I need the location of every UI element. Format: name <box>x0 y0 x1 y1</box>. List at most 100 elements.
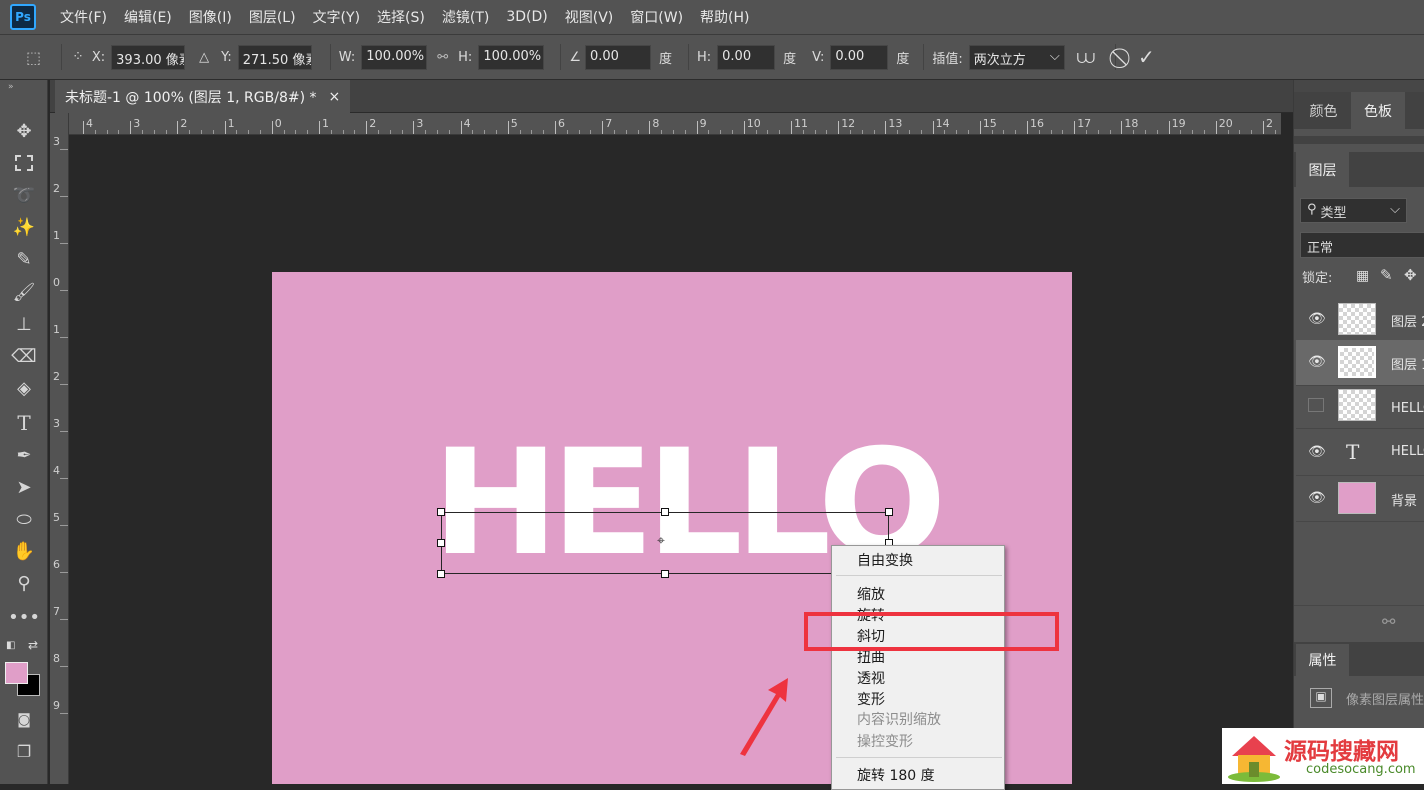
ruler-tick-label: 8 <box>652 117 660 130</box>
screen-mode-icon[interactable]: ❐ <box>10 738 38 764</box>
swap-colors-icon[interactable]: ⇄ <box>28 638 38 652</box>
paint-bucket-tool-icon[interactable]: ◈ <box>10 375 38 401</box>
ruler-minor-tick <box>94 130 96 134</box>
y-position-field[interactable]: 271.50 像素 <box>237 44 312 70</box>
menu-edit[interactable]: 编辑(E) <box>124 7 172 27</box>
ruler-tick <box>366 121 368 134</box>
menu-select[interactable]: 选择(S) <box>377 7 425 27</box>
hand-tool-icon[interactable]: ✋ <box>10 538 38 564</box>
foreground-color-swatch[interactable] <box>5 662 28 684</box>
h-skew-field[interactable]: 0.00 <box>717 44 776 70</box>
ruler-tick-label: 17 <box>1077 117 1092 130</box>
transform-tool-icon[interactable]: ⬚ <box>26 48 41 67</box>
transform-handle-left[interactable] <box>437 539 445 547</box>
lock-transparency-icon[interactable]: ▦ <box>1356 268 1369 284</box>
visibility-eye-icon[interactable]: 👁 <box>1308 311 1326 327</box>
menu-window[interactable]: 窗口(W) <box>630 7 683 27</box>
warp-mode-icon[interactable]: ⩊ <box>1077 47 1095 68</box>
menu-type[interactable]: 文字(Y) <box>313 7 360 27</box>
menu-3d[interactable]: 3D(D) <box>506 9 547 25</box>
reference-point-icon[interactable]: ⁘ <box>72 49 84 65</box>
default-colors-icon[interactable]: ◧ <box>6 640 15 651</box>
ruler-tick <box>60 290 68 291</box>
stamp-tool-icon[interactable]: ⊥ <box>10 311 38 337</box>
document-tab[interactable]: 未标题-1 @ 100% (图层 1, RGB/8#) * × <box>55 80 351 113</box>
lasso-tool-icon[interactable]: ➰ <box>10 182 38 208</box>
visibility-eye-icon[interactable]: 👁 <box>1308 354 1326 370</box>
zoom-tool-icon[interactable]: ⚲ <box>10 570 38 596</box>
visibility-eye-icon[interactable]: 👁 <box>1308 490 1326 506</box>
v-skew-field[interactable]: 0.00 <box>830 44 889 70</box>
layer-filter-select[interactable]: ⚲ 类型 ⌵ <box>1300 198 1407 223</box>
transform-handle-bottom[interactable] <box>661 570 669 578</box>
rotate-angle-field[interactable]: 0.00 <box>584 44 651 70</box>
layer-row[interactable]: 👁 T HELLO <box>1296 430 1424 476</box>
magic-wand-tool-icon[interactable]: ✨ <box>10 214 38 240</box>
tab-swatches[interactable]: 色板 <box>1351 92 1405 129</box>
lock-brush-icon[interactable]: ✎ <box>1380 266 1393 284</box>
interpolation-select[interactable]: 两次立方 ⌵ <box>968 44 1065 70</box>
eyedropper-tool-icon[interactable]: ✎ <box>10 246 38 272</box>
menu-item-free-transform[interactable]: 自由变换 <box>857 550 913 570</box>
pen-tool-icon[interactable]: ✒ <box>10 442 38 468</box>
commit-check-icon[interactable]: ✓ <box>1138 45 1155 69</box>
menu-file[interactable]: 文件(F) <box>60 7 107 27</box>
layer-row[interactable]: HELLO 拷贝 <box>1296 383 1424 429</box>
transform-bounding-box[interactable]: ⌖ <box>437 508 893 578</box>
layer-row-selected[interactable]: 👁 图层 1 <box>1296 340 1424 386</box>
link-icon[interactable]: ⚯ <box>437 50 448 65</box>
transform-handle-top-right[interactable] <box>885 508 893 516</box>
ruler-minor-tick <box>425 130 427 134</box>
delta-icon[interactable]: △ <box>199 50 209 65</box>
quick-mask-icon[interactable]: ◙ <box>10 707 38 733</box>
transform-handle-bottom-left[interactable] <box>437 570 445 578</box>
tab-properties[interactable]: 属性 <box>1296 644 1349 676</box>
menu-item-scale[interactable]: 缩放 <box>857 584 885 604</box>
menu-item-perspective[interactable]: 透视 <box>857 668 885 688</box>
blend-mode-select[interactable]: 正常 <box>1300 232 1424 258</box>
eraser-tool-icon[interactable]: ⌫ <box>10 343 38 369</box>
visibility-eye-icon[interactable]: 👁 <box>1308 444 1326 460</box>
close-icon[interactable]: × <box>329 89 341 105</box>
transform-handle-top[interactable] <box>661 508 669 516</box>
menu-layer[interactable]: 图层(L) <box>249 7 296 27</box>
ellipse-tool-icon[interactable]: ⬭ <box>10 506 38 532</box>
layer-row[interactable]: 👁 图层 2 <box>1296 297 1424 343</box>
transform-handle-top-left[interactable] <box>437 508 445 516</box>
collapse-arrows-icon[interactable]: » <box>8 82 14 92</box>
reference-point-crosshair-icon[interactable]: ⌖ <box>657 533 665 549</box>
menu-item-warp[interactable]: 变形 <box>857 689 885 709</box>
move-tool-icon[interactable]: ✥ <box>10 118 38 144</box>
ruler-minor-tick <box>873 130 875 134</box>
menu-help[interactable]: 帮助(H) <box>700 7 749 27</box>
menu-filter[interactable]: 滤镜(T) <box>442 7 489 27</box>
link-layers-icon[interactable]: ⚯ <box>1382 612 1395 631</box>
visibility-off-box[interactable] <box>1308 398 1324 412</box>
menu-item-content-aware-scale: 内容识别缩放 <box>857 712 941 728</box>
ruler-tick-label: 3 <box>53 135 60 148</box>
type-tool-icon[interactable]: T <box>10 410 38 436</box>
ruler-tick <box>60 337 68 338</box>
marquee-tool-icon[interactable] <box>10 150 38 176</box>
menu-image[interactable]: 图像(I) <box>189 7 232 27</box>
x-position-field[interactable]: 393.00 像素 <box>111 44 186 70</box>
brush-tool-icon[interactable]: 🖌 <box>10 279 38 305</box>
vertical-ruler: 3 2 1 0 1 2 3 4 5 6 7 8 9 <box>50 113 69 784</box>
ruler-minor-tick <box>283 130 285 134</box>
tab-color[interactable]: 颜色 <box>1296 92 1351 129</box>
ruler-tick-label: 12 <box>841 117 856 130</box>
path-selection-tool-icon[interactable]: ➤ <box>10 474 38 500</box>
ruler-minor-tick <box>389 130 391 134</box>
more-tools-icon[interactable]: ••• <box>8 604 40 630</box>
lock-position-icon[interactable]: ✥ <box>1404 266 1417 284</box>
width-field[interactable]: 100.00% <box>361 44 428 70</box>
menu-item-rotate-180[interactable]: 旋转 180 度 <box>857 765 935 785</box>
document-tab-bar: 未标题-1 @ 100% (图层 1, RGB/8#) * × <box>50 80 1293 113</box>
height-field[interactable]: 100.00% <box>478 44 545 70</box>
layer-thumbnail <box>1338 303 1376 335</box>
layer-row[interactable]: 👁 背景 <box>1296 476 1424 522</box>
menu-view[interactable]: 视图(V) <box>565 7 614 27</box>
ruler-minor-tick <box>861 130 863 134</box>
ruler-tick-label: 5 <box>510 117 518 130</box>
tab-layers[interactable]: 图层 <box>1296 152 1349 187</box>
